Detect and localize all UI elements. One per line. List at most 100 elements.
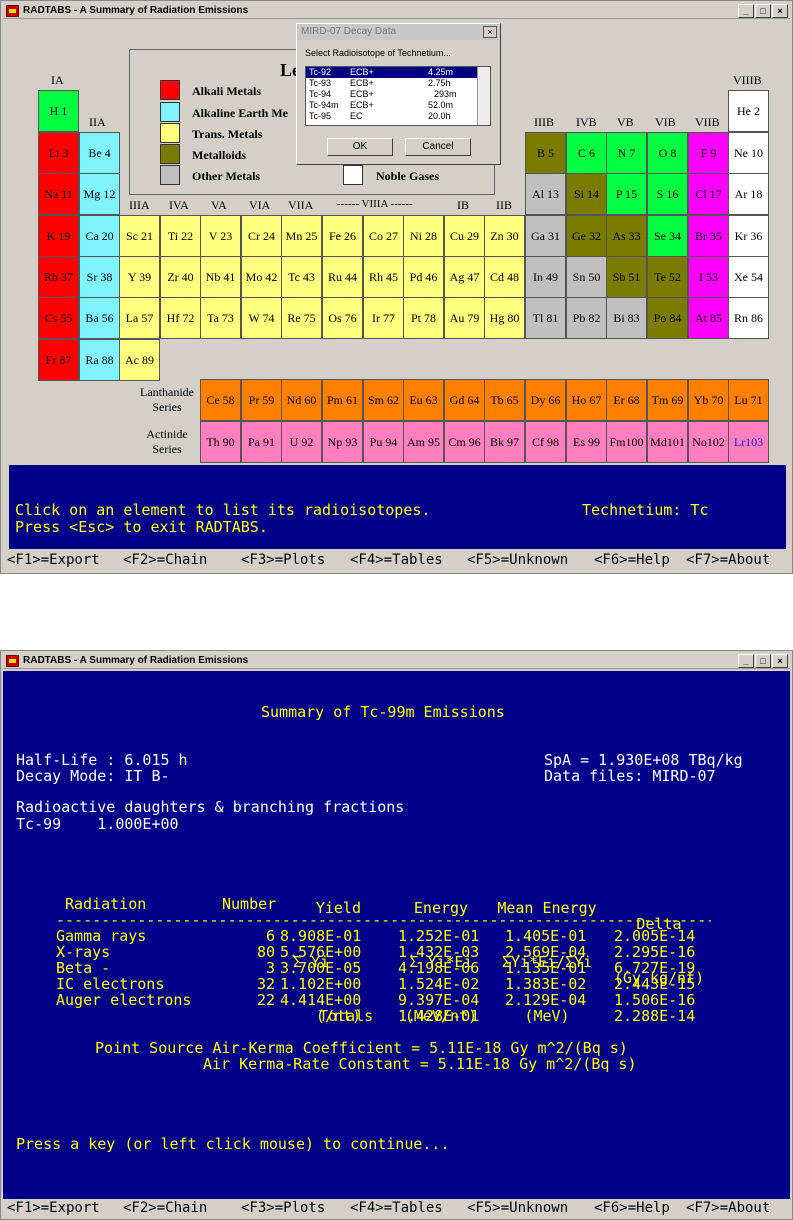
element-be[interactable]: Be 4 — [79, 132, 120, 174]
element-cd[interactable]: Cd 48 — [484, 256, 525, 298]
element-pt[interactable]: Pt 78 — [403, 297, 444, 339]
dialog-close-button[interactable]: × — [483, 26, 497, 38]
maximize-button[interactable]: □ — [755, 654, 771, 668]
element-cu[interactable]: Cu 29 — [444, 215, 485, 257]
element-kr[interactable]: Kr 36 — [728, 215, 769, 257]
element-ga[interactable]: Ga 31 — [525, 215, 566, 257]
element-ni[interactable]: Ni 28 — [403, 215, 444, 257]
element-fe[interactable]: Fe 26 — [322, 215, 363, 257]
f7-about-button[interactable]: <F7>=About — [686, 551, 770, 569]
element-si[interactable]: Si 14 — [566, 173, 607, 215]
element-sb[interactable]: Sb 51 — [606, 256, 647, 298]
element-ag[interactable]: Ag 47 — [444, 256, 485, 298]
element-mg[interactable]: Mg 12 — [79, 173, 120, 215]
element-pd[interactable]: Pd 46 — [403, 256, 444, 298]
element-er[interactable]: Er 68 — [606, 379, 647, 421]
element-sm[interactable]: Sm 62 — [363, 379, 404, 421]
element-na[interactable]: Na 11 — [38, 173, 79, 215]
element-fr[interactable]: Fr 87 — [38, 339, 79, 381]
element-rb[interactable]: Rb 37 — [38, 256, 79, 298]
element-bk[interactable]: Bk 97 — [484, 421, 525, 463]
element-cs[interactable]: Cs 55 — [38, 297, 79, 339]
element-ca[interactable]: Ca 20 — [79, 215, 120, 257]
element-sc[interactable]: Sc 21 — [119, 215, 160, 257]
element-y[interactable]: Y 39 — [119, 256, 160, 298]
element-b[interactable]: B 5 — [525, 132, 566, 174]
element-po[interactable]: Po 84 — [647, 297, 688, 339]
element-c[interactable]: C 6 — [566, 132, 607, 174]
title-bar[interactable]: RADTABS - A Summary of Radiation Emissio… — [3, 653, 790, 669]
isotope-item[interactable]: Tc-95 EC 20.0h — [306, 111, 490, 122]
isotope-item[interactable]: Tc-94m ECB+ 52.0m — [306, 100, 490, 111]
element-ge[interactable]: Ge 32 — [566, 215, 607, 257]
element-nb[interactable]: Nb 41 — [200, 256, 241, 298]
element-ba[interactable]: Ba 56 — [79, 297, 120, 339]
f5-unknown-button[interactable]: <F5>=Unknown — [467, 1199, 568, 1217]
f4-tables-button[interactable]: <F4>=Tables — [350, 1199, 443, 1217]
element-sr[interactable]: Sr 38 — [79, 256, 120, 298]
element-zn[interactable]: Zn 30 — [484, 215, 525, 257]
element-rn[interactable]: Rn 86 — [728, 297, 769, 339]
element-s[interactable]: S 16 — [647, 173, 688, 215]
element-ar[interactable]: Ar 18 — [728, 173, 769, 215]
close-button[interactable]: × — [772, 654, 788, 668]
f1-export-button[interactable]: <F1>=Export — [7, 551, 100, 569]
minimize-button[interactable]: _ — [738, 4, 754, 18]
cancel-button[interactable]: Cancel — [405, 138, 471, 156]
element-ti[interactable]: Ti 22 — [160, 215, 201, 257]
element-xe[interactable]: Xe 54 — [728, 256, 769, 298]
element-he[interactable]: He 2 — [728, 90, 769, 132]
element-re[interactable]: Re 75 — [281, 297, 322, 339]
element-nd[interactable]: Nd 60 — [281, 379, 322, 421]
element-cf[interactable]: Cf 98 — [525, 421, 566, 463]
element-p[interactable]: P 15 — [606, 173, 647, 215]
element-te[interactable]: Te 52 — [647, 256, 688, 298]
f6-help-button[interactable]: <F6>=Help — [594, 551, 670, 569]
close-button[interactable]: × — [772, 4, 788, 18]
isotope-list[interactable]: Tc-92 ECB+ 4.25m Tc-93 ECB+ 2.75h Tc-94 … — [305, 66, 491, 126]
element-hf[interactable]: Hf 72 — [160, 297, 201, 339]
maximize-button[interactable]: □ — [755, 4, 771, 18]
element-v[interactable]: V 23 — [200, 215, 241, 257]
element-at[interactable]: At 85 — [688, 297, 729, 339]
element-tb[interactable]: Tb 65 — [484, 379, 525, 421]
element-co[interactable]: Co 27 — [363, 215, 404, 257]
element-li[interactable]: Li 3 — [38, 132, 79, 174]
isotope-item[interactable]: Tc-93 ECB+ 2.75h — [306, 78, 490, 89]
element-w[interactable]: W 74 — [241, 297, 282, 339]
element-bi[interactable]: Bi 83 — [606, 297, 647, 339]
f4-tables-button[interactable]: <F4>=Tables — [350, 551, 443, 569]
element-am[interactable]: Am 95 — [403, 421, 444, 463]
element-fm[interactable]: Fm100 — [606, 421, 647, 463]
element-no[interactable]: No102 — [688, 421, 729, 463]
element-pm[interactable]: Pm 61 — [322, 379, 363, 421]
element-pu[interactable]: Pu 94 — [363, 421, 404, 463]
element-pr[interactable]: Pr 59 — [241, 379, 282, 421]
element-pb[interactable]: Pb 82 — [566, 297, 607, 339]
element-rh[interactable]: Rh 45 — [363, 256, 404, 298]
element-cm[interactable]: Cm 96 — [444, 421, 485, 463]
element-ne[interactable]: Ne 10 — [728, 132, 769, 174]
element-k[interactable]: K 19 — [38, 215, 79, 257]
ok-button[interactable]: OK — [327, 138, 393, 156]
element-au[interactable]: Au 79 — [444, 297, 485, 339]
element-tc[interactable]: Tc 43 — [281, 256, 322, 298]
list-scrollbar[interactable] — [477, 67, 490, 125]
element-pa[interactable]: Pa 91 — [241, 421, 282, 463]
element-lr[interactable]: Lr103 — [728, 421, 769, 463]
element-np[interactable]: Np 93 — [322, 421, 363, 463]
element-la[interactable]: La 57 — [119, 297, 160, 339]
element-ir[interactable]: Ir 77 — [363, 297, 404, 339]
element-cr[interactable]: Cr 24 — [241, 215, 282, 257]
element-ce[interactable]: Ce 58 — [200, 379, 241, 421]
element-yb[interactable]: Yb 70 — [688, 379, 729, 421]
element-tl[interactable]: Tl 81 — [525, 297, 566, 339]
element-tm[interactable]: Tm 69 — [647, 379, 688, 421]
element-eu[interactable]: Eu 63 — [403, 379, 444, 421]
f7-about-button[interactable]: <F7>=About — [686, 1199, 770, 1217]
element-n[interactable]: N 7 — [606, 132, 647, 174]
element-es[interactable]: Es 99 — [566, 421, 607, 463]
element-u[interactable]: U 92 — [281, 421, 322, 463]
f6-help-button[interactable]: <F6>=Help — [594, 1199, 670, 1217]
element-br[interactable]: Br 35 — [688, 215, 729, 257]
